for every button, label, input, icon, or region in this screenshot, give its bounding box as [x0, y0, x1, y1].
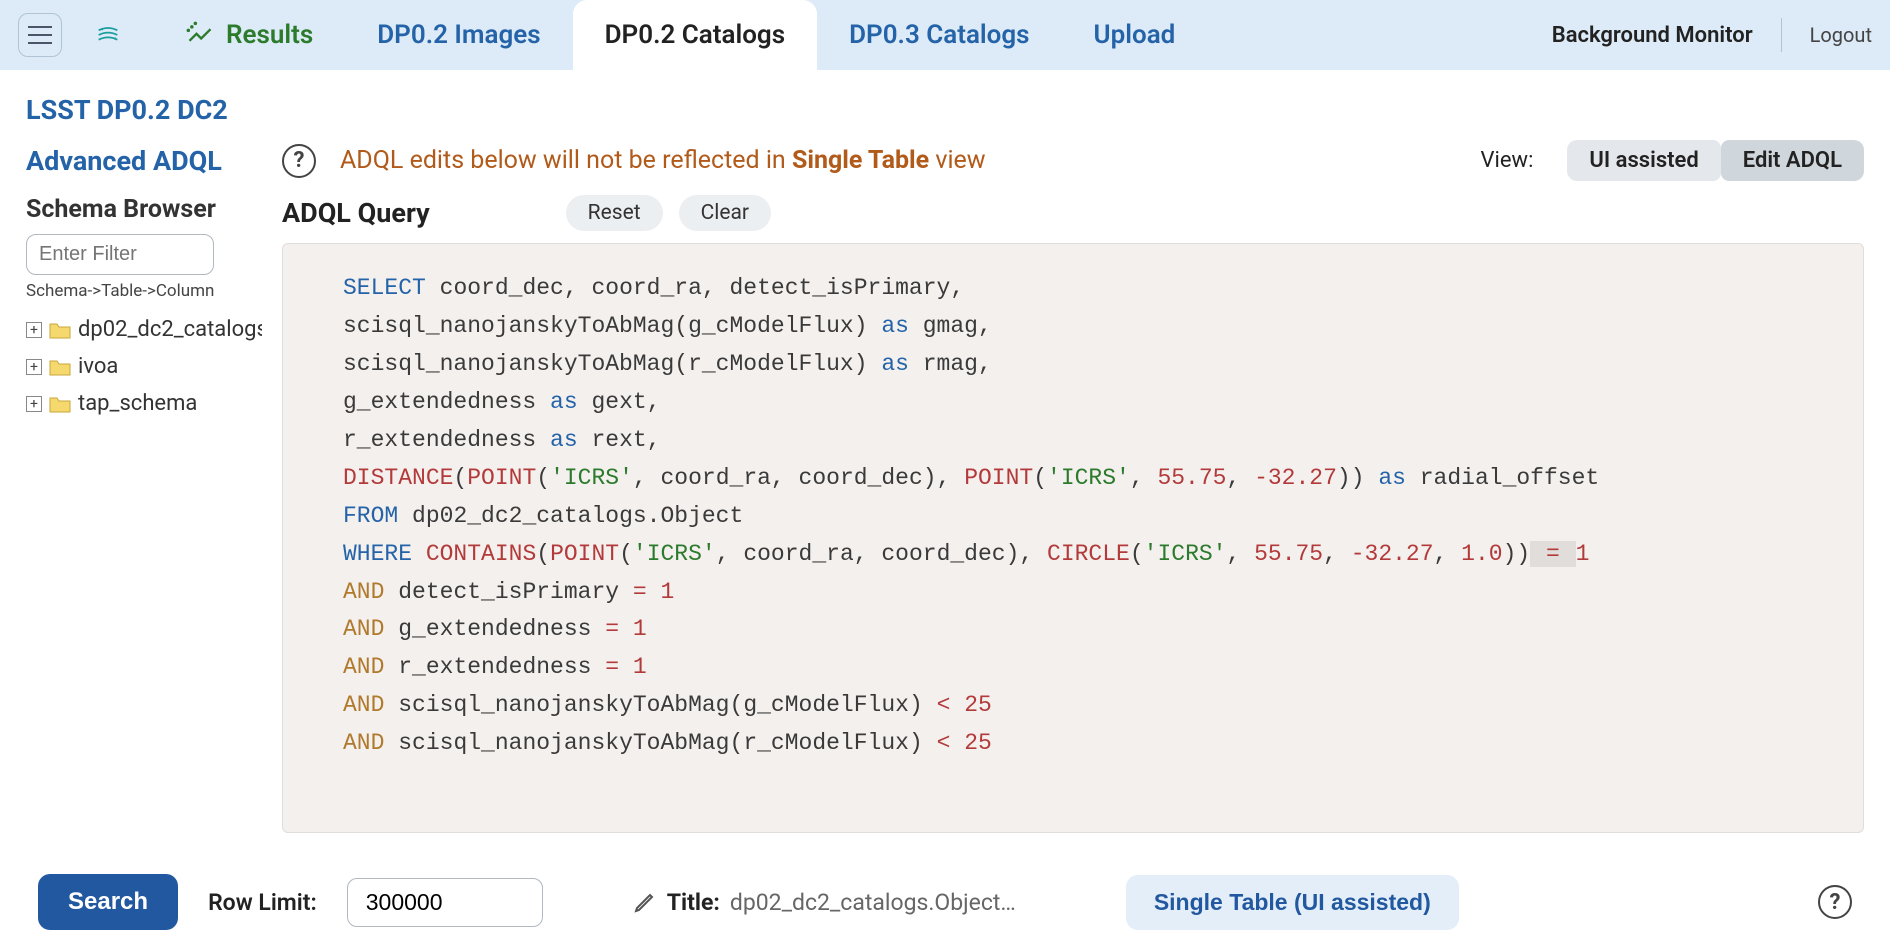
schema-filter-input[interactable]: [26, 234, 214, 275]
adql-query-title: ADQL Query: [282, 197, 430, 229]
single-table-button[interactable]: Single Table (UI assisted): [1126, 875, 1459, 930]
help-icon[interactable]: ?: [1818, 885, 1852, 919]
schema-browser-panel: Schema Browser Schema->Table->Column + d…: [26, 195, 262, 833]
pencil-icon[interactable]: [633, 890, 657, 914]
title-value: dp02_dc2_catalogs.Object…: [730, 889, 1016, 916]
clear-button[interactable]: Clear: [679, 195, 771, 231]
schema-browser-title: Schema Browser: [26, 195, 262, 224]
expand-icon[interactable]: +: [26, 359, 42, 375]
divider: [1781, 18, 1782, 52]
tab-bar: Results DP0.2 Images DP0.2 Catalogs DP0.…: [154, 0, 1544, 70]
tab-dp02-catalogs[interactable]: DP0.2 Catalogs: [573, 0, 817, 70]
view-label: View:: [1481, 148, 1534, 173]
top-nav-bar: Results DP0.2 Images DP0.2 Catalogs DP0.…: [0, 0, 1890, 70]
adql-editor[interactable]: SELECT coord_dec, coord_ra, detect_isPri…: [282, 243, 1864, 833]
background-monitor-link[interactable]: Background Monitor: [1552, 23, 1753, 48]
help-icon[interactable]: ?: [282, 144, 316, 178]
tab-results-label: Results: [226, 20, 313, 50]
tab-dp03-catalogs[interactable]: DP0.3 Catalogs: [817, 0, 1061, 70]
folder-icon: [48, 357, 72, 377]
row-limit-input[interactable]: [347, 878, 543, 927]
row-limit-label: Row Limit:: [208, 889, 317, 916]
bottom-toolbar: Search Row Limit: Title: dp02_dc2_catalo…: [0, 859, 1890, 945]
expand-icon[interactable]: +: [26, 322, 42, 338]
menu-button[interactable]: [18, 13, 62, 57]
schema-tree-item[interactable]: + ivoa: [26, 348, 262, 385]
schema-tree-item[interactable]: + dp02_dc2_catalogs: [26, 311, 262, 348]
app-logo[interactable]: [84, 11, 132, 59]
schema-tree-item[interactable]: + tap_schema: [26, 385, 262, 422]
reset-button[interactable]: Reset: [566, 195, 663, 231]
view-ui-assisted-button[interactable]: UI assisted: [1567, 140, 1720, 181]
adql-code[interactable]: SELECT coord_dec, coord_ra, detect_isPri…: [343, 270, 1803, 763]
search-button[interactable]: Search: [38, 874, 178, 930]
tab-results[interactable]: Results: [154, 0, 345, 70]
logout-link[interactable]: Logout: [1810, 23, 1872, 47]
schema-tree: + dp02_dc2_catalogs + ivoa + tap_schema: [26, 311, 262, 422]
schema-path-hint: Schema->Table->Column: [26, 281, 262, 301]
page-title: LSST DP0.2 DC2: [0, 70, 1890, 136]
expand-icon[interactable]: +: [26, 396, 42, 412]
logo-icon: [94, 21, 122, 49]
folder-icon: [48, 320, 72, 340]
chart-line-icon: [186, 21, 214, 49]
tab-dp02-images[interactable]: DP0.2 Images: [345, 0, 572, 70]
tab-upload[interactable]: Upload: [1062, 0, 1208, 70]
view-edit-adql-button[interactable]: Edit ADQL: [1721, 140, 1864, 181]
title-label: Title:: [667, 889, 720, 916]
folder-icon: [48, 394, 72, 414]
adql-warning: ADQL edits below will not be reflected i…: [340, 146, 1457, 175]
advanced-adql-link[interactable]: Advanced ADQL: [26, 145, 262, 177]
